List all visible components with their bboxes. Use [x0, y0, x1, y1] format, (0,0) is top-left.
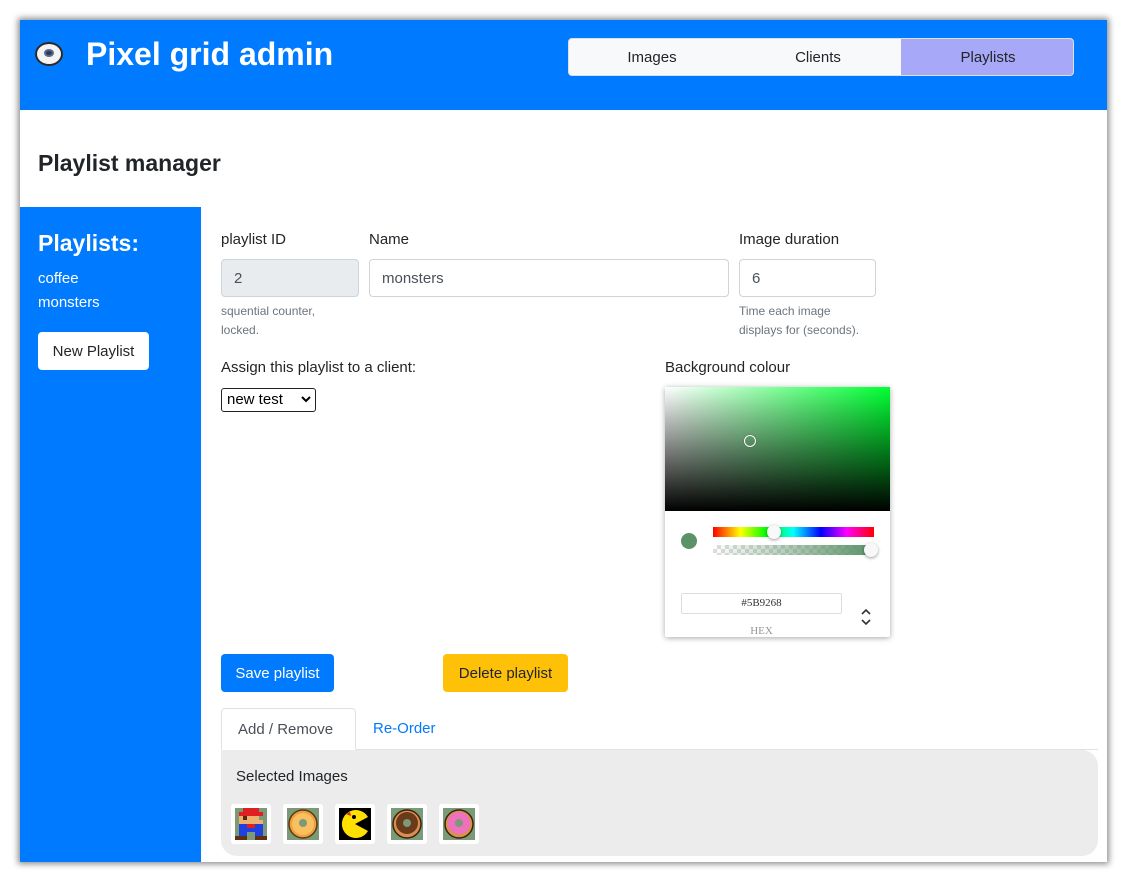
image-tabs: Add / Remove Re-Order	[221, 708, 1098, 750]
name-field[interactable]	[369, 259, 729, 297]
duration-field[interactable]	[739, 259, 876, 297]
tab-re-order[interactable]: Re-Order	[357, 708, 452, 750]
header: Pixel grid admin Images Clients Playlist…	[20, 20, 1107, 110]
duration-help: Time each image displays for (seconds).	[739, 302, 859, 340]
duration-help-line1: Time each image	[739, 304, 831, 318]
delete-playlist-button[interactable]: Delete playlist	[443, 654, 568, 692]
playlist-id-help-line2: locked.	[221, 323, 260, 337]
pink-donut-icon	[443, 808, 475, 840]
client-select-value: new test	[227, 391, 283, 408]
page-title: Playlist manager	[38, 150, 221, 176]
app-window: Pixel grid admin Images Clients Playlist…	[20, 20, 1107, 862]
selected-images-list	[231, 804, 479, 844]
hex-input[interactable]: #5B9268	[681, 593, 842, 614]
name-label: Name	[369, 231, 410, 248]
alpha-handle[interactable]	[864, 543, 878, 557]
donut-icon	[35, 42, 63, 66]
orange-donut-icon	[287, 808, 319, 840]
playlist-id-help: squential counter, locked.	[221, 302, 315, 340]
playlist-id-label: playlist ID	[221, 231, 287, 248]
app-title: Pixel grid admin	[86, 36, 334, 72]
duration-label: Image duration	[739, 231, 840, 248]
sidebar-title: Playlists:	[38, 230, 139, 256]
nav-tab-clients[interactable]: Clients	[735, 39, 901, 75]
tab-add-remove[interactable]: Add / Remove	[221, 708, 356, 750]
image-thumb[interactable]	[387, 804, 427, 844]
image-thumb[interactable]	[231, 804, 271, 844]
color-picker: #5B9268 HEX	[665, 387, 890, 637]
playlist-id-field	[221, 259, 359, 297]
hex-format-label: HEX	[750, 625, 773, 637]
selected-images-title: Selected Images	[236, 768, 348, 785]
saturation-area[interactable]	[665, 387, 890, 511]
sidebar: Playlists: coffee monsters New Playlist	[20, 207, 201, 862]
chevron-down-icon	[301, 396, 311, 403]
playlist-id-help-line1: squential counter,	[221, 304, 316, 318]
format-toggle-icon[interactable]	[858, 606, 874, 628]
saturation-cursor[interactable]	[744, 435, 756, 447]
nav-tab-playlists[interactable]: Playlists	[901, 39, 1073, 75]
sidebar-item-coffee[interactable]: coffee	[38, 267, 100, 291]
hue-slider[interactable]	[713, 527, 874, 537]
chocolate-donut-icon	[391, 808, 423, 840]
alpha-slider[interactable]	[713, 545, 874, 555]
color-swatch	[681, 533, 697, 549]
hue-handle[interactable]	[767, 525, 781, 539]
mario-icon	[235, 808, 267, 840]
new-playlist-button[interactable]: New Playlist	[38, 332, 149, 370]
sidebar-item-monsters[interactable]: monsters	[38, 291, 100, 315]
image-thumb[interactable]	[335, 804, 375, 844]
image-thumb[interactable]	[283, 804, 323, 844]
duration-help-line2: displays for (seconds).	[739, 323, 860, 337]
main-nav: Images Clients Playlists	[568, 38, 1074, 76]
background-colour-label: Background colour	[665, 359, 791, 376]
image-thumb[interactable]	[439, 804, 479, 844]
client-select[interactable]: new test	[221, 388, 316, 412]
save-playlist-button[interactable]: Save playlist	[221, 654, 334, 692]
selected-images-panel: Selected Images	[221, 750, 1098, 856]
pacman-icon	[339, 808, 371, 840]
playlist-list: coffee monsters	[38, 267, 100, 315]
assign-label: Assign this playlist to a client:	[221, 359, 417, 376]
nav-tab-images[interactable]: Images	[569, 39, 735, 75]
